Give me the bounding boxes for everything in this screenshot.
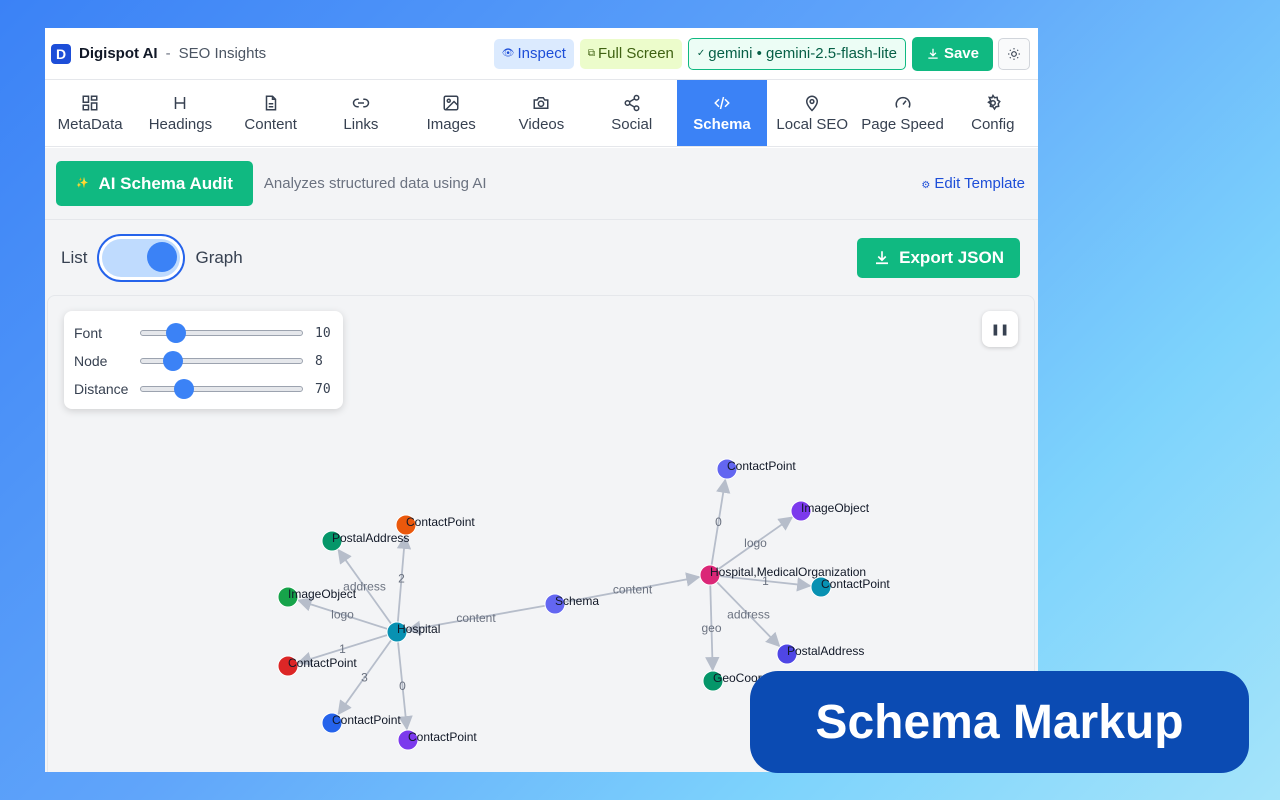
feature-banner: Schema Markup (750, 671, 1249, 773)
graph-node-label: ContactPoint (821, 577, 890, 591)
graph-node-label: ContactPoint (406, 515, 475, 529)
graph-node-label: Hospital (397, 622, 440, 636)
graph-edge-label: logo (331, 608, 354, 622)
graph-edge-label: content (456, 611, 496, 625)
graph-node-label: ContactPoint (408, 730, 477, 744)
graph-node-label: PostalAddress (787, 644, 864, 658)
graph-node-label: Schema (555, 594, 599, 608)
graph-node-label: ContactPoint (332, 713, 401, 727)
graph-node-label: ImageObject (801, 501, 870, 515)
graph-edge-label: 0 (715, 515, 722, 529)
graph-node-label: ContactPoint (727, 459, 796, 473)
graph-node-label: PostalAddress (332, 531, 409, 545)
graph-edge-label: geo (701, 621, 721, 635)
graph-edge-label: 1 (339, 642, 346, 656)
graph-edge-label: content (613, 583, 653, 597)
graph-node-label: ImageObject (288, 587, 357, 601)
graph-edge-label: 2 (398, 572, 405, 586)
graph-edge-label: 0 (399, 679, 406, 693)
graph-edge-label: address (727, 608, 770, 622)
graph-node-label: ContactPoint (288, 656, 357, 670)
graph-edge-label: 3 (361, 671, 368, 685)
graph-edge-label: logo (744, 536, 767, 550)
